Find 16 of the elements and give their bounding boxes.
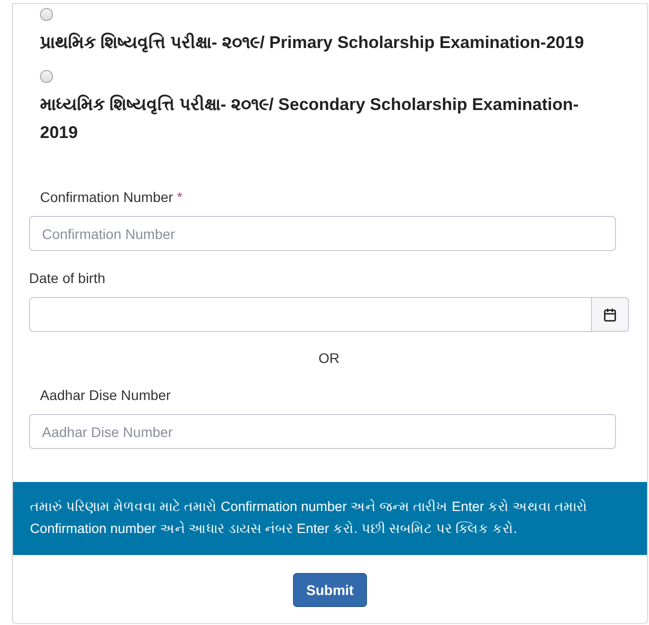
- info-message: તમારું પરિણામ મેળવવા માટે તમારો Confirmation number અને જન્મ તારીખ Enter કરો અથવા તમારો Confirmation number અને આધાર ડાયસ નંબર Enter કરો. પછી સબમિટ પર ક્લિક કરો.: [13, 482, 647, 555]
- submit-button[interactable]: Submit: [293, 573, 367, 607]
- input-field[interactable]: Confirmation Number: [29, 216, 616, 251]
- field-label: Date of birth: [29, 270, 106, 286]
- calendar-icon: [603, 308, 617, 322]
- field-label: Confirmation Number: [40, 189, 174, 205]
- exam-option-label[interactable]: માધ્યમિક શિષ્યવૃત્તિ પરીક્ષા- ૨૦૧૯/ Secondary Scholarship Examination-2019: [40, 91, 606, 147]
- or-separator-text: OR: [318, 349, 340, 368]
- field-label: Aadhar Dise Number: [40, 387, 171, 403]
- exam-option-label[interactable]: પ્રાથમિક શિષ્યવૃત્તિ પરીક્ષા- ૨૦૧૯/ Primary Scholarship Examination-2019: [40, 29, 584, 57]
- required-asterisk: *: [176, 189, 182, 205]
- radio-button[interactable]: [40, 8, 53, 21]
- calendar-button[interactable]: [592, 297, 629, 332]
- input-field[interactable]: Aadhar Dise Number: [29, 414, 616, 449]
- radio-button[interactable]: [40, 70, 53, 83]
- date-input-field[interactable]: [29, 297, 592, 332]
